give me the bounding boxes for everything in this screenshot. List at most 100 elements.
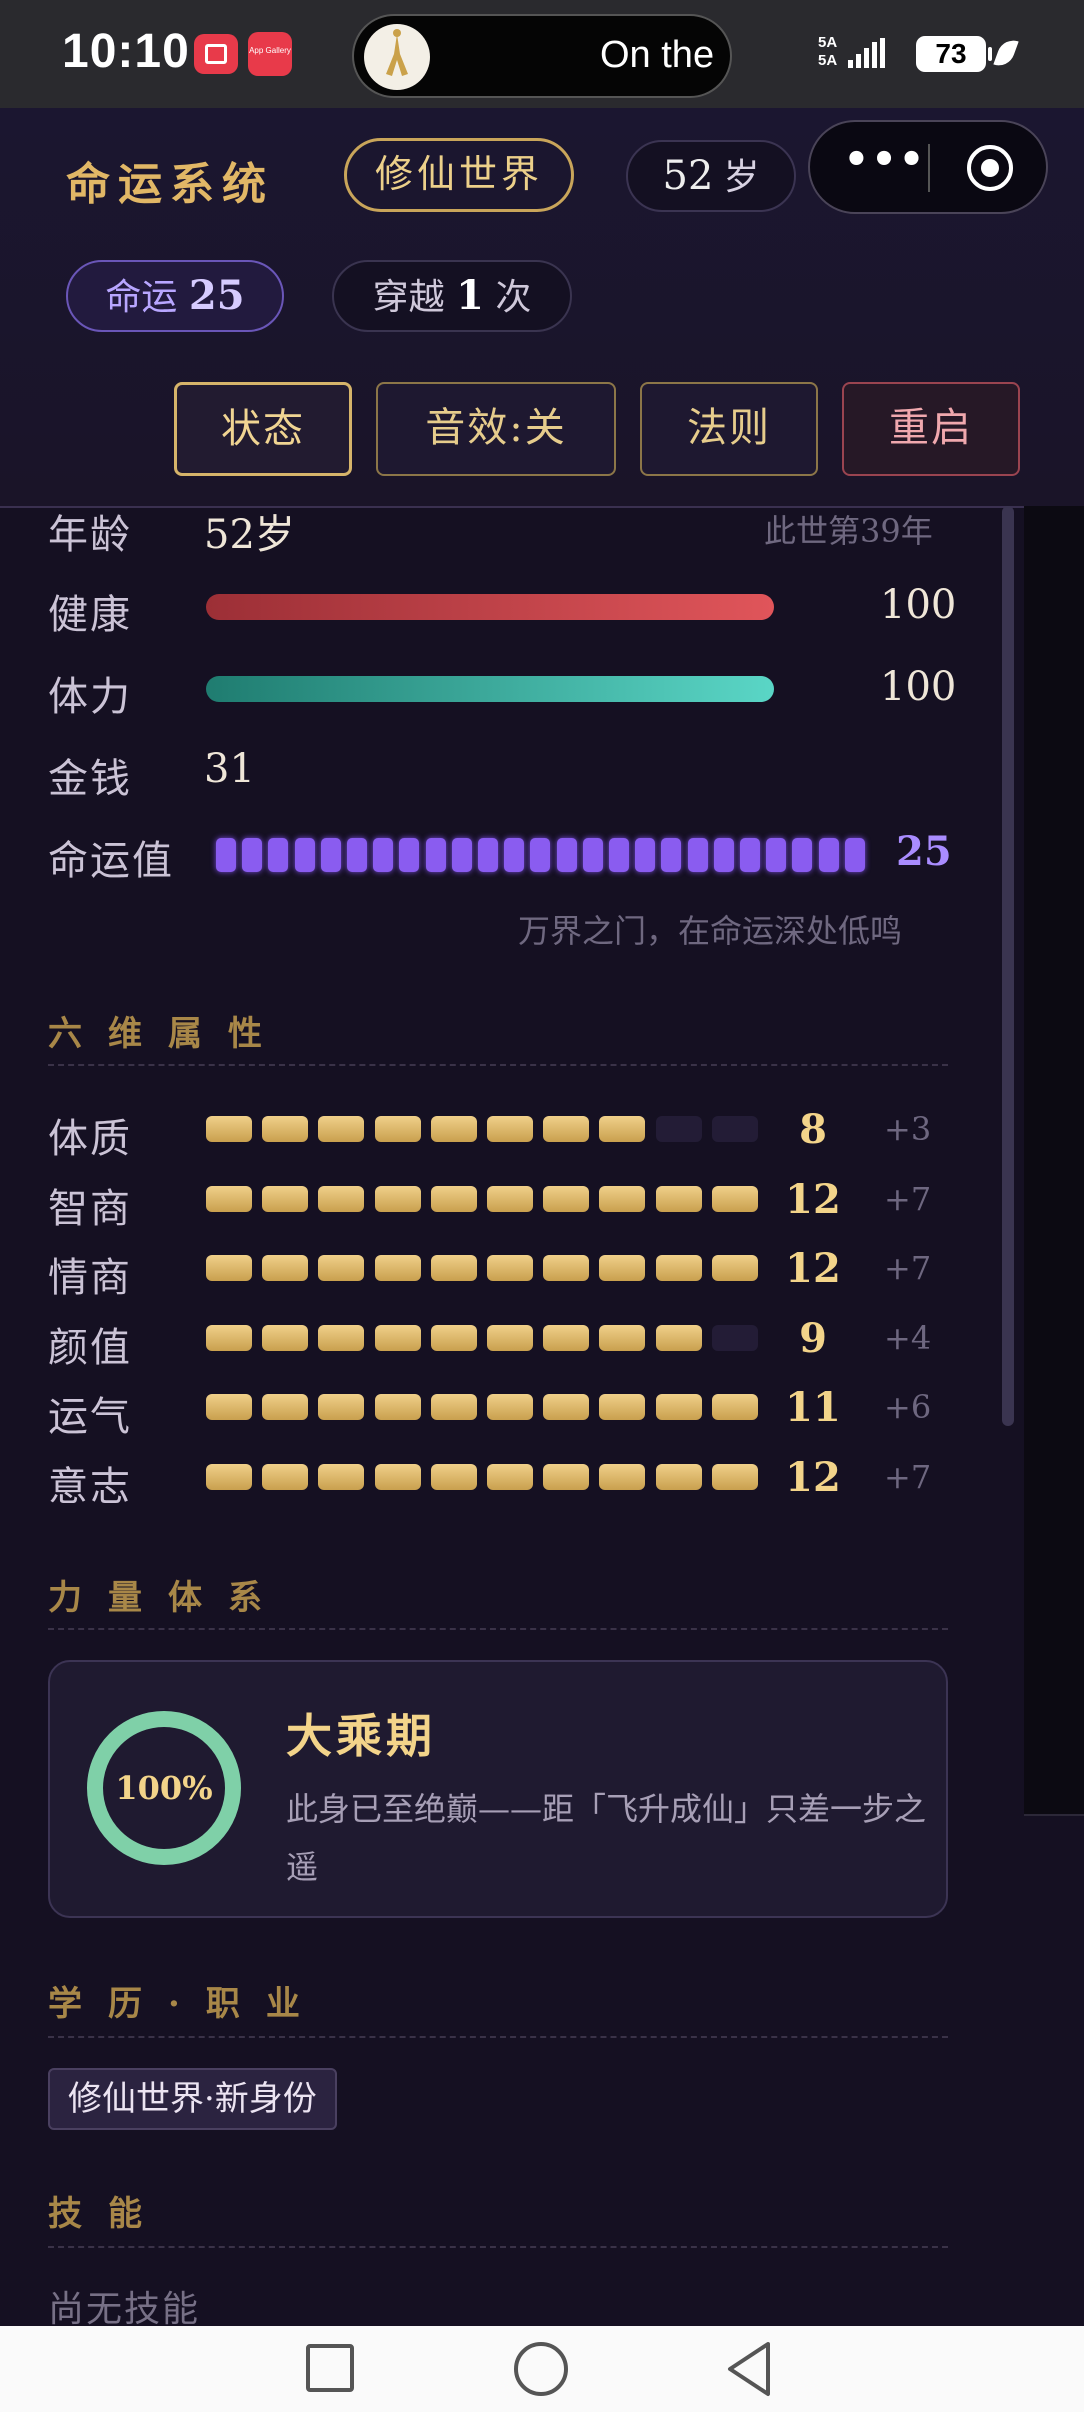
attribute-segment (206, 1324, 252, 1351)
attribute-segment (430, 1394, 477, 1420)
attribute-segment (262, 1185, 309, 1212)
attribute-segment (655, 1324, 702, 1351)
fate-segment (713, 838, 734, 872)
fate-segment (399, 838, 420, 872)
back-icon[interactable] (724, 2340, 774, 2398)
attribute-segment (430, 1463, 477, 1490)
attribute-segment (206, 1185, 252, 1212)
fate-segment (661, 838, 682, 872)
career-tag: 修仙世界·新身份 (48, 2068, 337, 2130)
rules-button[interactable]: 法则 (640, 382, 818, 476)
fate-segment (844, 838, 865, 872)
age-label: 年龄 (48, 512, 132, 558)
recent-apps-icon[interactable] (306, 2344, 354, 2392)
now-playing-text: On the (600, 34, 715, 76)
attribute-segment (374, 1116, 421, 1142)
system-status-bar: 10:10 App Gallery On the 5A 5A 73 (0, 0, 1084, 108)
fate-segment (556, 838, 577, 872)
close-miniprogram-icon[interactable] (964, 142, 1016, 194)
signal-icon: 5A 5A (818, 34, 902, 74)
attribute-segment (599, 1255, 646, 1281)
attribute-segment (262, 1394, 309, 1420)
attribute-segment (711, 1116, 758, 1142)
scrollbar[interactable] (1002, 506, 1014, 1426)
app-header: 命运系统 修仙世界 52 岁 ••• 命运 25 穿越 1 次 状态 音效:关 法… (0, 108, 1084, 508)
money-value: 31 (204, 746, 255, 792)
sound-toggle-button[interactable]: 音效:关 (376, 382, 616, 476)
attribute-segment (599, 1324, 646, 1351)
stamina-value: 100 (880, 664, 957, 710)
fate-segment (609, 838, 629, 872)
battery-icon: 73 (916, 36, 992, 72)
attribute-segment (487, 1463, 533, 1490)
fate-segment (216, 838, 236, 872)
fate-segment (242, 838, 263, 872)
skills-empty: 尚无技能 (48, 2289, 201, 2330)
attribute-segment (262, 1463, 309, 1490)
attribute-segment (487, 1116, 533, 1142)
attribute-segment (599, 1394, 646, 1420)
attribute-segment (430, 1185, 477, 1212)
side-panel (1024, 506, 1084, 1816)
attribute-bonus: +7 (884, 1457, 932, 1496)
attribute-segment (430, 1255, 477, 1281)
attribute-segment (374, 1463, 421, 1490)
age-note: 此世第39年 (764, 512, 933, 550)
attribute-segment (543, 1255, 590, 1281)
attribute-segment (711, 1394, 758, 1420)
attribute-segment (655, 1116, 702, 1142)
fate-segment (687, 838, 708, 872)
attribute-label: 意志 (48, 1463, 132, 1510)
clock: 10:10 (62, 25, 190, 78)
realm-name: 大乘期 (286, 1709, 436, 1763)
attribute-segment (206, 1463, 252, 1490)
divider (48, 1064, 948, 1066)
attribute-segment (487, 1255, 533, 1281)
attribute-segment (318, 1255, 365, 1281)
attribute-segment (543, 1116, 590, 1142)
attribute-value: 11 (785, 1384, 841, 1431)
attribute-label: 体质 (48, 1116, 132, 1162)
attribute-bonus: +7 (884, 1249, 932, 1287)
divider (48, 2036, 948, 2038)
attribute-segment (374, 1324, 421, 1351)
attribute-value: 8 (799, 1106, 827, 1153)
attribute-segment (655, 1394, 702, 1420)
attribute-segment (711, 1185, 758, 1212)
fate-segment (373, 838, 394, 872)
status-button[interactable]: 状态 (174, 382, 352, 476)
fate-segment (425, 838, 446, 872)
divider (48, 1628, 948, 1630)
attribute-segment (318, 1324, 365, 1351)
stamina-bar (206, 676, 774, 702)
attribute-segment (711, 1463, 758, 1490)
power-card: 100% 大乘期 此身已至绝巅——距「飞升成仙」只差一步之遥 (48, 1660, 948, 1918)
album-art-icon (364, 24, 430, 90)
attribute-segment (430, 1116, 477, 1142)
fate-segment (504, 838, 525, 872)
attribute-segment (655, 1185, 702, 1212)
more-options-icon[interactable]: ••• (840, 140, 930, 190)
attribute-segment (487, 1324, 533, 1351)
attribute-segment (374, 1394, 421, 1420)
attribute-bonus: +4 (884, 1318, 932, 1357)
attribute-label: 情商 (48, 1255, 132, 1301)
attribute-segment (206, 1394, 252, 1420)
music-island[interactable]: On the (352, 14, 732, 98)
divider (48, 2246, 948, 2248)
home-icon[interactable] (514, 2342, 568, 2396)
realm-description: 此身已至绝巅——距「飞升成仙」只差一步之遥 (286, 1790, 927, 1886)
attribute-value: 12 (785, 1453, 841, 1501)
attribute-bonus: +3 (884, 1110, 932, 1148)
attribute-segment (543, 1463, 590, 1490)
fate-segment (582, 838, 603, 872)
health-value: 100 (880, 582, 957, 628)
attribute-value: 9 (799, 1314, 827, 1362)
restart-button[interactable]: 重启 (842, 382, 1020, 476)
fate-segment (792, 838, 813, 872)
fate-segment (818, 838, 839, 872)
books-app-icon (194, 34, 238, 74)
attribute-bonus: +7 (884, 1179, 932, 1218)
fate-segment (347, 838, 367, 872)
money-label: 金钱 (48, 756, 132, 802)
